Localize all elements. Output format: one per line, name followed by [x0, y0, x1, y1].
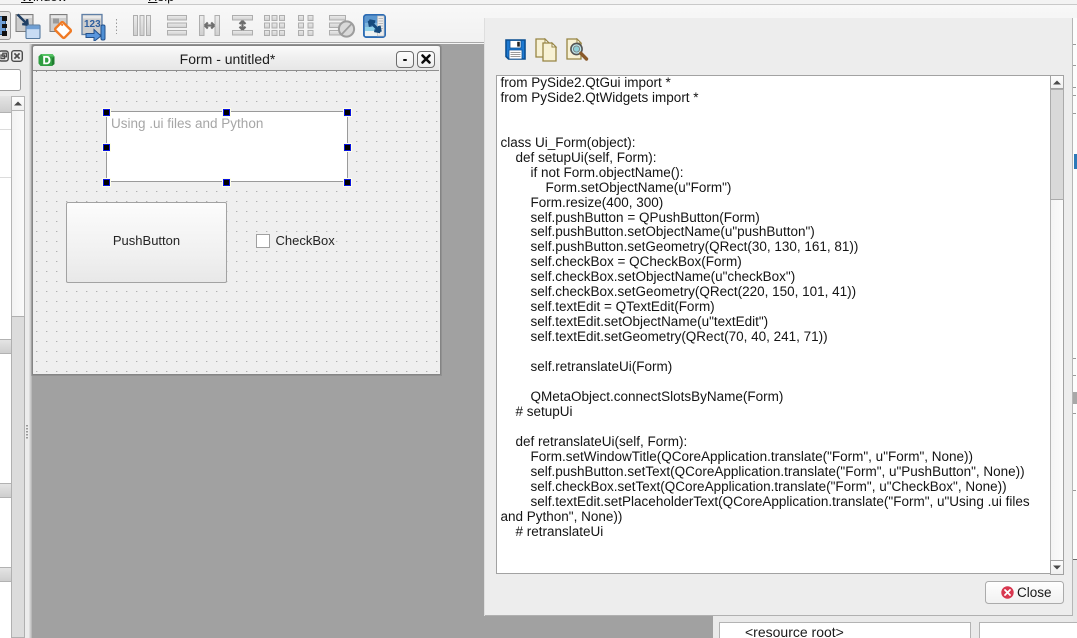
svg-text:123: 123 [84, 19, 101, 30]
